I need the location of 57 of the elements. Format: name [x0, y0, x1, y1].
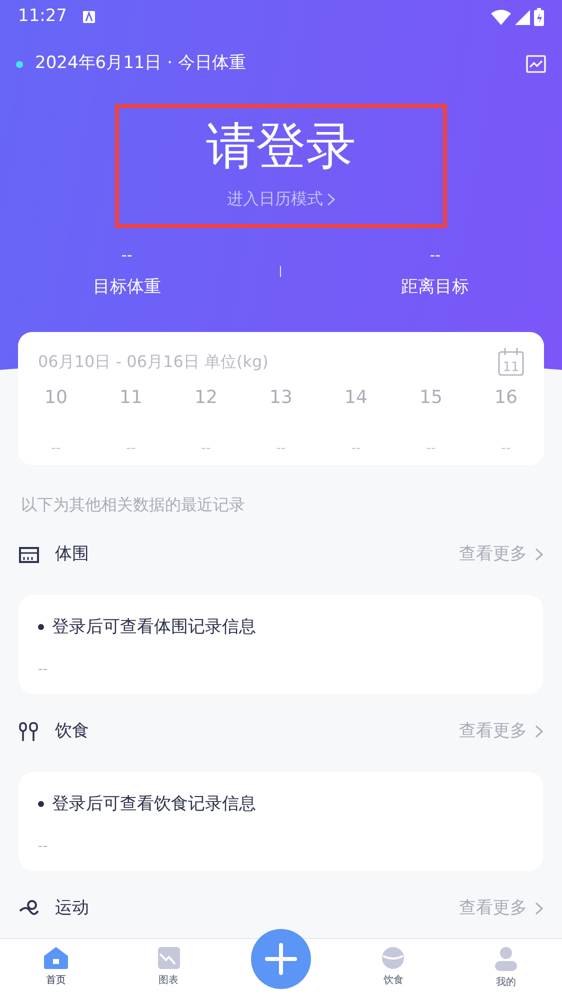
- day-number[interactable]: 12: [194, 384, 218, 411]
- view-more-link[interactable]: 查看更多: [459, 542, 543, 568]
- section-title: 运动: [55, 896, 89, 920]
- day-number[interactable]: 15: [420, 384, 442, 411]
- bullet-icon: [38, 801, 44, 808]
- day-number[interactable]: 11: [120, 384, 142, 411]
- section-title: 饮食: [55, 720, 89, 743]
- day-weight: --: [426, 440, 436, 458]
- nav-tab[interactable]: 首页: [0, 939, 112, 988]
- chevron-right-icon: [327, 192, 335, 206]
- calendar-mode-link[interactable]: 进入日历模式: [227, 187, 335, 211]
- chevron-right-icon: [535, 725, 543, 738]
- notification-icon: [83, 11, 95, 23]
- stat-label: 距离目标: [401, 276, 470, 298]
- records-caption: 以下为其他相关数据的最近记录: [20, 494, 246, 516]
- bowl-icon[interactable]: [381, 947, 406, 969]
- record-note: 登录后可查看饮食记录信息: [52, 792, 256, 816]
- home-icon[interactable]: [44, 947, 68, 969]
- tape-measure-icon: [19, 544, 39, 564]
- record-value: --: [38, 838, 48, 856]
- battery-icon: [534, 8, 544, 26]
- day-weight: --: [51, 440, 61, 458]
- plus-icon: [264, 943, 297, 975]
- day-weight: --: [126, 440, 136, 458]
- stat-value: --: [121, 245, 132, 266]
- status-dot: [16, 60, 23, 68]
- stat-value: --: [430, 245, 441, 266]
- chevron-right-icon: [535, 902, 543, 915]
- utensils-icon: [19, 722, 39, 742]
- day-number[interactable]: 14: [344, 384, 368, 411]
- nav-tab[interactable]: 我的: [450, 939, 562, 990]
- nav-tab[interactable]: 饮食: [337, 939, 450, 988]
- person-icon[interactable]: [494, 947, 517, 971]
- day-weight: --: [276, 440, 286, 458]
- day-weight: --: [201, 440, 211, 458]
- calendar-icon[interactable]: 11: [498, 348, 524, 376]
- view-more-link[interactable]: 查看更多: [459, 718, 543, 744]
- day-weight: --: [351, 440, 361, 458]
- date-title: 2024年6月11日 · 今日体重: [35, 52, 246, 76]
- status-time: 11:27: [18, 5, 67, 28]
- record-note: 登录后可查看体围记录信息: [52, 616, 256, 638]
- bullet-icon: [38, 624, 44, 630]
- signal-icon: [515, 10, 530, 24]
- record-value: --: [38, 661, 48, 679]
- chart-icon[interactable]: [526, 55, 546, 73]
- login-title[interactable]: 请登录: [206, 121, 356, 171]
- day-number[interactable]: 10: [44, 384, 68, 411]
- wifi-icon: [491, 9, 511, 25]
- nav-tab[interactable]: 图表: [112, 939, 225, 988]
- day-weight: --: [501, 440, 511, 458]
- day-number[interactable]: 13: [270, 384, 292, 411]
- chevron-right-icon: [535, 548, 543, 561]
- view-more-link[interactable]: 查看更多: [459, 896, 543, 922]
- stat-label: 目标体重: [92, 276, 161, 298]
- section-title: 体围: [55, 542, 89, 566]
- day-number[interactable]: 16: [494, 384, 518, 411]
- week-range: 06月10日 - 06月16日 单位(kg): [38, 351, 268, 373]
